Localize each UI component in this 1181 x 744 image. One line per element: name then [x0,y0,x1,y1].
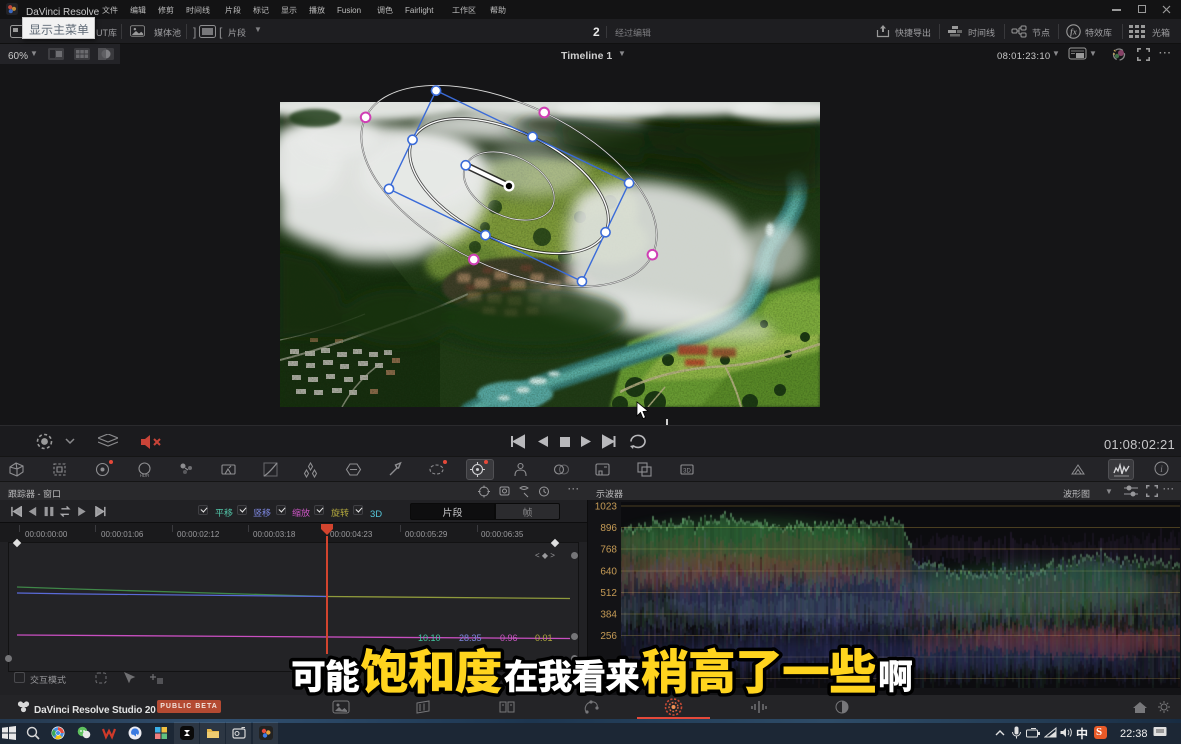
svg-text:可能饱和度在我看来稍高了一些啊: 可能饱和度在我看来稍高了一些啊 [291,638,913,700]
svg-text:HDR: HDR [140,473,150,478]
svg-text:i: i [1160,464,1163,474]
svg-text:384: 384 [600,610,617,621]
svg-text:fx: fx [1070,28,1077,37]
svg-text:640: 640 [600,567,617,578]
svg-text:3D: 3D [683,469,691,475]
svg-text:1023: 1023 [595,502,618,513]
svg-text:512: 512 [600,588,617,599]
svg-text:896: 896 [600,523,617,534]
svg-text:768: 768 [600,545,617,556]
